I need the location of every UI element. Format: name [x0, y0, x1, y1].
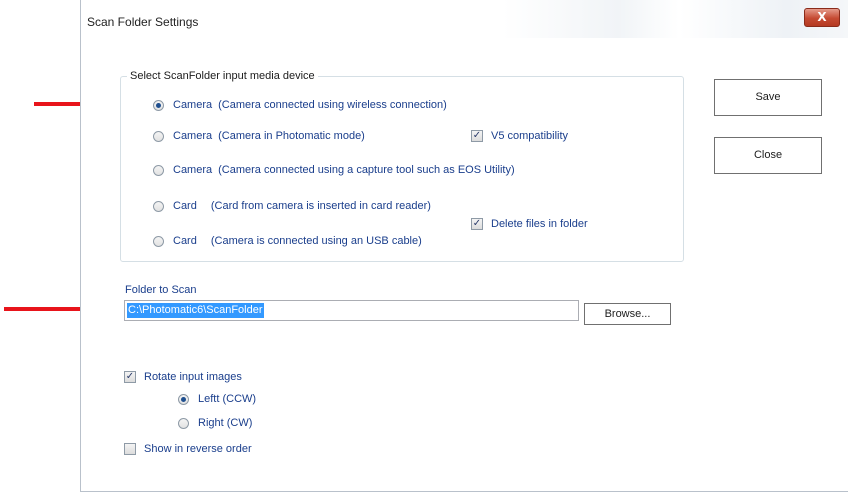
- radio-kind: Camera: [173, 99, 213, 111]
- radio-button[interactable]: [178, 393, 189, 405]
- radio-card-usb[interactable]: Card (Camera is connected using an USB ca…: [153, 233, 422, 249]
- save-button[interactable]: Save: [714, 79, 822, 116]
- radio-camera-wireless[interactable]: Camera (Camera connected using wireless c…: [153, 97, 447, 113]
- rotate-right-label: Right (CW): [198, 417, 253, 429]
- checkmark-icon[interactable]: ✓: [471, 130, 483, 142]
- window-title: Scan Folder Settings: [87, 15, 199, 29]
- show-reverse-order-label: Show in reverse order: [144, 443, 252, 455]
- window-close-button[interactable]: X: [804, 8, 840, 27]
- checkmark-icon[interactable]: ✓: [471, 218, 483, 230]
- radio-button[interactable]: [153, 164, 164, 176]
- radio-rotate-left[interactable]: Leftt (CCW): [178, 391, 256, 407]
- radio-desc: (Camera is connected using an USB cable): [210, 235, 422, 247]
- radio-kind: Camera: [173, 130, 213, 142]
- radio-kind: Card: [173, 200, 197, 212]
- delete-files-label: Delete files in folder: [491, 218, 588, 230]
- show-reverse-order-checkbox[interactable]: Show in reverse order: [124, 441, 252, 457]
- rotate-left-label: Leftt (CCW): [198, 393, 257, 405]
- browse-button[interactable]: Browse...: [584, 303, 671, 325]
- folder-path-value: C:\Photomatic6\ScanFolder: [127, 303, 264, 318]
- scan-folder-settings-dialog: Scan Folder Settings X Select ScanFolder…: [80, 0, 848, 492]
- radio-desc: (Camera in Photomatic mode): [218, 130, 365, 142]
- radio-rotate-right[interactable]: Right (CW): [178, 415, 252, 431]
- radio-button[interactable]: [178, 417, 189, 429]
- rotate-input-images-checkbox[interactable]: ✓ Rotate input images: [124, 369, 242, 385]
- radio-desc: (Camera connected using wireless connect…: [218, 99, 447, 111]
- close-icon: X: [817, 10, 827, 24]
- radio-desc: (Camera connected using a capture tool s…: [218, 164, 515, 176]
- delete-files-checkbox[interactable]: ✓ Delete files in folder: [471, 216, 588, 232]
- title-bar: Scan Folder Settings X: [81, 0, 848, 38]
- checkmark-icon[interactable]: ✓: [124, 371, 136, 383]
- radio-camera-photomatic[interactable]: Camera (Camera in Photomatic mode): [153, 128, 365, 144]
- radio-button[interactable]: [153, 200, 164, 212]
- radio-button[interactable]: [153, 130, 164, 142]
- radio-button[interactable]: [153, 99, 164, 111]
- folder-path-input[interactable]: C:\Photomatic6\ScanFolder: [124, 300, 579, 321]
- folder-to-scan-label: Folder to Scan: [125, 284, 197, 296]
- radio-desc: (Card from camera is inserted in card re…: [210, 200, 431, 212]
- v5-compatibility-label: V5 compatibility: [491, 130, 569, 142]
- radio-camera-capture-tool[interactable]: Camera (Camera connected using a capture …: [153, 162, 515, 178]
- radio-kind: Camera: [173, 164, 213, 176]
- rotate-input-images-label: Rotate input images: [144, 371, 242, 383]
- radio-kind: Card: [173, 235, 197, 247]
- media-device-group-legend: Select ScanFolder input media device: [127, 70, 318, 82]
- close-button[interactable]: Close: [714, 137, 822, 174]
- v5-compatibility-checkbox[interactable]: ✓ V5 compatibility: [471, 128, 568, 144]
- radio-button[interactable]: [153, 235, 164, 247]
- checkbox-unchecked[interactable]: [124, 443, 136, 455]
- radio-card-reader[interactable]: Card (Card from camera is inserted in car…: [153, 198, 431, 214]
